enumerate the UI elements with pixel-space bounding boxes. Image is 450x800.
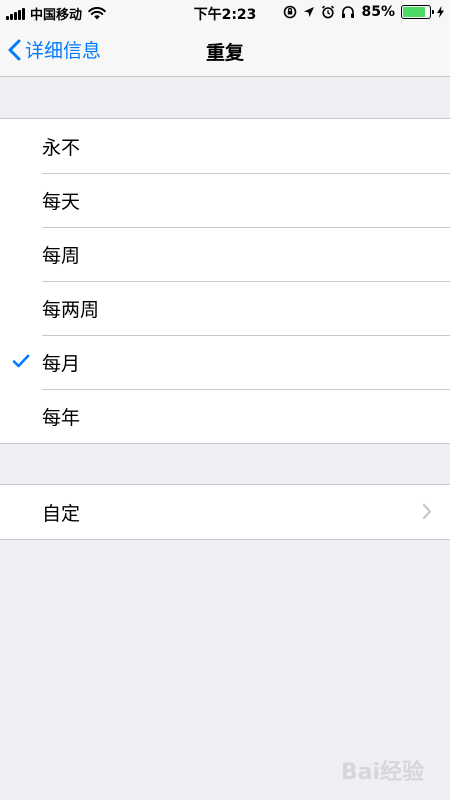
watermark-text: Bai经验 xyxy=(340,760,424,785)
alarm-icon xyxy=(322,5,335,19)
option-label: 永不 xyxy=(42,136,81,159)
option-label: 每月 xyxy=(42,352,81,375)
status-right: 85% xyxy=(283,4,444,20)
option-label: 每两周 xyxy=(42,298,100,321)
option-label: 每天 xyxy=(42,190,81,213)
battery-percent: 85% xyxy=(361,4,395,20)
option-label: 每周 xyxy=(42,244,81,267)
battery-cap xyxy=(432,10,434,14)
repeat-options-list: 永不 每天 每周 每两周 每月 每年 xyxy=(0,118,450,444)
location-icon xyxy=(304,7,315,17)
option-never[interactable]: 永不 xyxy=(0,119,450,173)
option-label: 每年 xyxy=(42,406,81,429)
status-bar: 中国移动 下午2:23 85% xyxy=(0,0,450,24)
custom-list: 自定 xyxy=(0,484,450,540)
battery-fill xyxy=(403,7,426,17)
option-monthly[interactable]: 每月 xyxy=(0,335,450,389)
checkmark-icon xyxy=(12,354,30,368)
option-custom[interactable]: 自定 xyxy=(0,485,450,539)
option-weekly[interactable]: 每周 xyxy=(0,227,450,281)
charging-icon xyxy=(437,6,444,18)
option-yearly[interactable]: 每年 xyxy=(0,389,450,443)
navigation-bar: 详细信息 重复 xyxy=(0,24,450,77)
watermark: Bai经验 xyxy=(341,754,424,786)
chevron-right-icon xyxy=(422,503,432,520)
headphones-icon xyxy=(342,6,355,18)
option-biweekly[interactable]: 每两周 xyxy=(0,281,450,335)
custom-label: 自定 xyxy=(42,502,81,525)
battery-icon xyxy=(401,5,434,19)
rotation-lock-icon xyxy=(284,5,297,19)
option-daily[interactable]: 每天 xyxy=(0,173,450,227)
page-title: 重复 xyxy=(205,42,244,64)
